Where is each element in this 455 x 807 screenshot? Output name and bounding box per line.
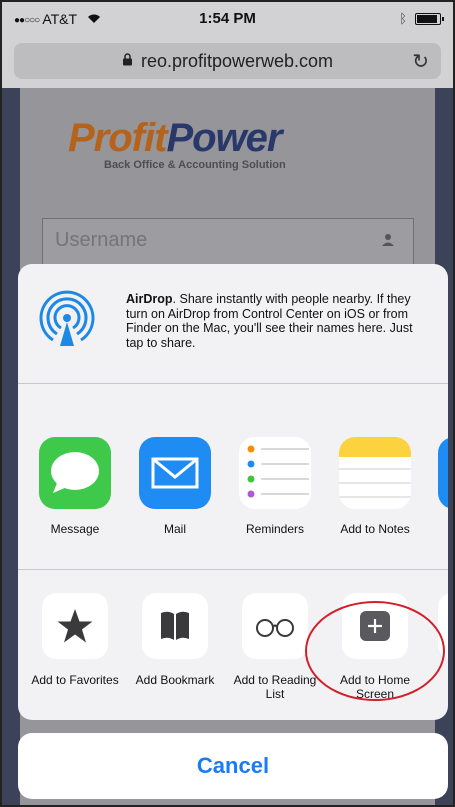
airdrop-icon: [36, 288, 98, 350]
airdrop-section[interactable]: AirDrop. Share instantly with people nea…: [18, 264, 448, 384]
messages-icon: [39, 437, 111, 509]
apps-row: Message Mail Reminders Add to Notes: [18, 385, 448, 570]
action-add-to-favorites[interactable]: Add to Favorites: [30, 593, 120, 687]
address-bar[interactable]: reo.profitpowerweb.com ↻: [14, 43, 441, 79]
username-input[interactable]: [43, 219, 343, 262]
action-label: Add to Reading List: [233, 673, 317, 701]
phone-screen: ●●○○○ AT&T 1:54 PM ᛒ reo.profitpowerweb.…: [0, 0, 455, 807]
app-message[interactable]: Message: [30, 437, 120, 536]
status-bar: ●●○○○ AT&T 1:54 PM ᛒ: [2, 2, 453, 36]
lock-icon: [122, 53, 133, 69]
app-notes[interactable]: Add to Notes: [330, 437, 420, 536]
url-text: reo.profitpowerweb.com: [140, 50, 334, 71]
notes-icon: [339, 437, 411, 509]
app-reminders[interactable]: Reminders: [230, 437, 320, 536]
username-field[interactable]: [42, 218, 414, 266]
glasses-icon: [242, 593, 308, 659]
action-label: Add to Favorites: [31, 673, 119, 687]
mail-icon: [139, 437, 211, 509]
star-icon: [42, 593, 108, 659]
app-label: Add to Notes: [340, 522, 410, 536]
reload-icon[interactable]: ↻: [412, 49, 429, 74]
app-mail[interactable]: Mail: [130, 437, 220, 536]
battery-icon: [415, 12, 444, 25]
app-label: Mail: [163, 522, 186, 536]
book-icon: [142, 593, 208, 659]
bluetooth-icon: ᛒ: [399, 11, 407, 26]
app-label: Reminders: [245, 522, 305, 536]
airdrop-description: AirDrop. Share instantly with people nea…: [126, 292, 413, 350]
highlight-circle: [305, 601, 445, 701]
logo-tagline: Back Office & Accounting Solution: [104, 159, 286, 171]
app-partial[interactable]: [438, 437, 448, 509]
cancel-button[interactable]: Cancel: [18, 733, 448, 799]
status-right: ᛒ: [399, 11, 444, 26]
status-time: 1:54 PM: [199, 10, 256, 27]
action-add-bookmark[interactable]: Add Bookmark: [130, 593, 220, 687]
browser-toolbar: reo.profitpowerweb.com ↻: [2, 36, 453, 88]
action-label: Add Bookmark: [135, 673, 215, 687]
profitpower-logo: ProfitPower Back Office & Accounting Sol…: [68, 116, 286, 171]
user-icon: [381, 233, 395, 252]
app-label: Message: [50, 522, 100, 536]
reminders-icon: [239, 437, 311, 509]
app-partial-icon: [438, 437, 448, 509]
